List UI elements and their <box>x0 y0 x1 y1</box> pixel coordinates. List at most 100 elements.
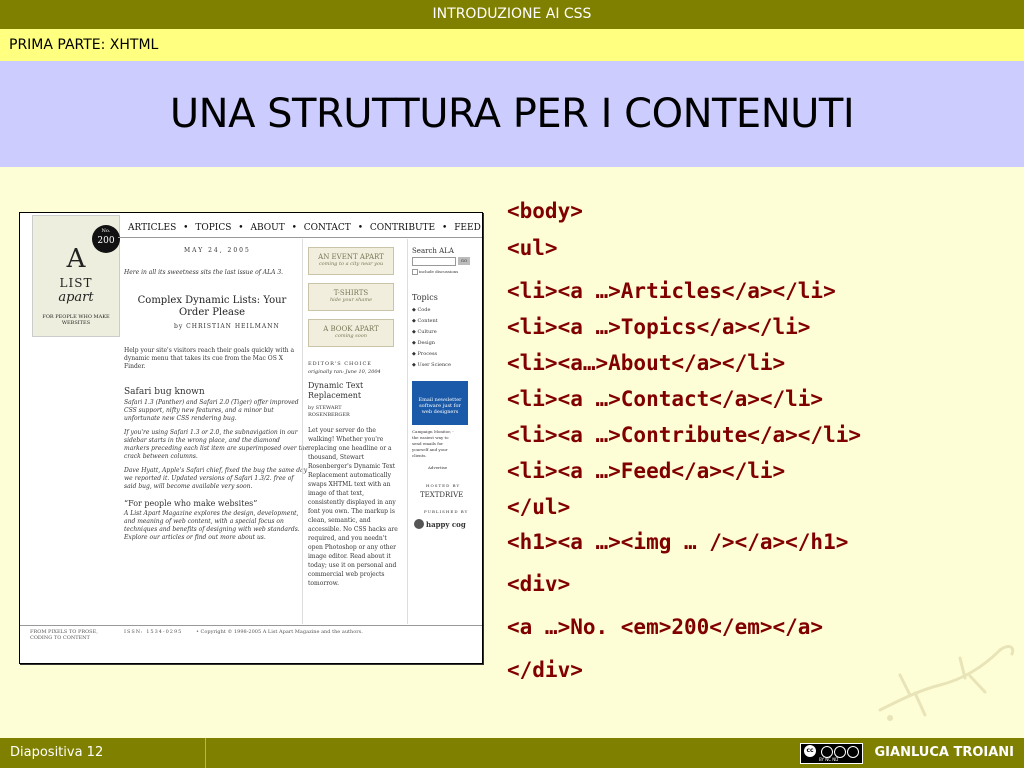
article-title-line1[interactable]: Complex Dynamic Lists: Your <box>124 295 300 306</box>
nav-separator: • <box>291 223 297 233</box>
dt-line: thousand, Stewart <box>308 454 364 461</box>
cc-mark: cc <box>804 745 816 757</box>
nav-topics[interactable]: TOPICS <box>195 223 231 233</box>
people-line: and meaning of web content, with a speci… <box>124 518 284 525</box>
event-apart-sub: coming to a city near you <box>318 261 384 267</box>
cc-license-icon: cc BY NC ND <box>800 743 863 764</box>
dt-line: today; use it on personal and <box>308 562 397 569</box>
article-title-line2[interactable]: Order Please <box>124 307 300 318</box>
search-input[interactable] <box>412 257 456 266</box>
dt-line: Let your server do the <box>308 427 376 434</box>
code-line: <li><a …>Topics</a></li> <box>507 315 811 339</box>
include-label: include discussions <box>419 269 459 274</box>
people-heading: “For people who make websites” <box>124 499 258 508</box>
author-name: GIANLUCA TROIANI <box>874 745 1015 760</box>
search-label: Search ALA <box>412 247 454 255</box>
code-line: <li><a …>Feed</a></li> <box>507 459 786 483</box>
dt-line: swaps XHTML text with an <box>308 481 391 488</box>
site-nav: ARTICLES • TOPICS • ABOUT • CONTACT • CO… <box>128 223 482 233</box>
ad-line: web designers <box>421 409 459 415</box>
editors-choice-label: EDITOR'S CHOICE <box>308 361 372 367</box>
footer-bar: Diapositiva 12 GIANLUCA TROIANI <box>0 738 1024 768</box>
topic-item[interactable]: ◆ Process <box>412 351 437 357</box>
nav-feed[interactable]: FEED <box>454 223 481 233</box>
code-line: <div> <box>507 572 571 596</box>
badge-no: No. <box>101 228 111 234</box>
topic-item[interactable]: ◆ Culture <box>412 329 437 335</box>
nav-about[interactable]: ABOUT <box>250 223 284 233</box>
topic-item[interactable]: ◆ Content <box>412 318 438 324</box>
issue-badge: No. 200 <box>92 225 120 253</box>
cc-labels: BY NC ND <box>819 757 839 762</box>
book-apart-box[interactable]: A BOOK APART coming soon <box>308 319 394 347</box>
people-line: techniques and benefits of designing wit… <box>124 526 300 533</box>
article-byline: by CHRISTIAN HEILMANN <box>174 323 280 330</box>
campaign-monitor-ad[interactable]: Email newsletter software just for web d… <box>412 381 468 425</box>
footer-divider <box>20 625 482 626</box>
safari-line: crack between columns. <box>124 453 198 460</box>
summary-line: Help your site's visitors reach their go… <box>124 347 295 354</box>
slide-number: Diapositiva 12 <box>0 738 206 768</box>
published-label: PUBLISHED BY <box>424 509 469 514</box>
include-checkbox[interactable] <box>412 269 418 275</box>
cm-line: clients. <box>412 453 427 458</box>
dt-line: image of that text, <box>308 490 365 497</box>
dt-line: clean, semantic, and <box>308 517 371 524</box>
copyright: • Copyright © 1998-2005 A List Apart Mag… <box>196 629 363 635</box>
topic-item[interactable]: ◆ User Science <box>412 362 451 368</box>
cc-nd-icon <box>847 746 859 758</box>
code-line: <body> <box>507 199 583 223</box>
issn: ISSN: 1534-0295 <box>124 629 183 635</box>
topic-item[interactable]: ◆ Design <box>412 340 435 346</box>
advertise-link[interactable]: Advertise <box>428 465 447 470</box>
nav-contact[interactable]: CONTACT <box>304 223 351 233</box>
textdrive-logo[interactable]: TEXTDRIVE <box>420 491 463 499</box>
nav-separator: • <box>238 223 244 233</box>
dt-line: image editor. Read about it <box>308 553 391 560</box>
presentation-title: INTRODUZIONE AI CSS <box>432 6 592 22</box>
nav-separator: • <box>442 223 448 233</box>
slide-title: UNA STRUTTURA PER I CONTENUTI <box>169 91 855 137</box>
safari-line: we reported it. Updated versions of Safa… <box>124 475 294 482</box>
dt-line: walking! Whether you're <box>308 436 384 443</box>
logo-apart: apart <box>58 290 94 305</box>
dt-byline: ROSENBERGER <box>308 412 350 418</box>
tshirts-box[interactable]: T-SHIRTS hide your shame <box>308 283 394 311</box>
book-apart-title: A BOOK APART <box>323 325 379 333</box>
dt-line: Replacement automatically <box>308 472 391 479</box>
safari-line: If you're using Safari 1.3 or 2.0, the s… <box>124 429 298 436</box>
safari-line: Dave Hyatt, Apple's Safari chief, fixed … <box>124 467 308 474</box>
slide-title-bar: UNA STRUTTURA PER I CONTENUTI <box>0 61 1024 167</box>
safari-line: sidebar starts in the wrong place, and t… <box>124 437 280 444</box>
dt-byline: by STEWART <box>308 405 342 411</box>
code-line: <li><a …>Articles</a></li> <box>507 279 836 303</box>
dt-title[interactable]: Dynamic Text <box>308 381 363 390</box>
event-apart-box[interactable]: AN EVENT APART coming to a city near you <box>308 247 394 275</box>
issue-date: MAY 24, 2005 <box>184 247 251 254</box>
dt-title[interactable]: Replacement <box>308 391 361 400</box>
safari-line: Safari 1.3 (Panther) and Safari 2.0 (Tig… <box>124 399 299 406</box>
gecko-watermark-icon <box>878 645 1015 721</box>
search-go-button[interactable]: GO <box>458 257 470 265</box>
cm-line: yourself and your <box>412 447 448 452</box>
code-line: </ul> <box>507 495 571 519</box>
dt-line: replacing one headline or a <box>308 445 392 452</box>
presentation-title-bar: INTRODUZIONE AI CSS <box>0 0 1024 29</box>
dt-line: required, and you needn't <box>308 535 387 542</box>
nav-articles[interactable]: ARTICLES <box>128 223 176 233</box>
originally-ran: originally ran: June 10, 2004 <box>308 369 381 375</box>
code-line: <li><a…>About</a></li> <box>507 351 786 375</box>
code-line: <li><a …>Contribute</a></li> <box>507 423 862 447</box>
logo-list: LIST <box>59 276 93 290</box>
section-title: PRIMA PARTE: XHTML <box>9 37 159 53</box>
nav-separator: • <box>357 223 363 233</box>
nav-contribute[interactable]: CONTRIBUTE <box>370 223 435 233</box>
topic-item[interactable]: ◆ Code <box>412 307 430 313</box>
happycog-icon <box>414 519 424 529</box>
people-line: A List Apart Magazine explores the desig… <box>124 510 299 517</box>
people-line: Explore our articles or find out more ab… <box>124 534 266 541</box>
code-line: <ul> <box>507 236 558 260</box>
dt-line: tomorrow. <box>308 580 340 587</box>
happycog-logo[interactable]: happy cog <box>426 520 466 529</box>
cm-line: the easiest way to <box>412 435 449 440</box>
